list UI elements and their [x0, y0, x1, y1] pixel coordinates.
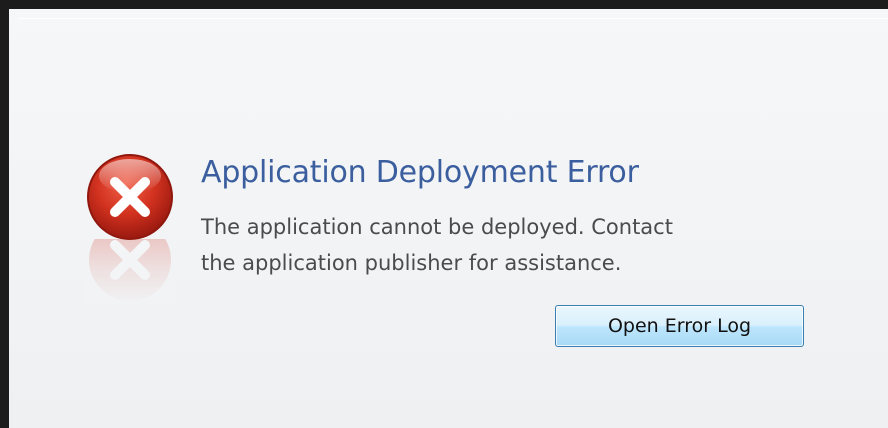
window-edge-highlight: [18, 18, 888, 19]
reflection-fade: [85, 239, 175, 305]
error-icon-reflection: [85, 239, 175, 305]
open-error-log-button[interactable]: Open Error Log: [555, 305, 804, 347]
message-line-2: the application publisher for assistance…: [201, 251, 622, 275]
dialog-window: Application Deployment Error The applica…: [0, 0, 888, 428]
error-icon: [85, 152, 175, 242]
dialog-title: Application Deployment Error: [201, 155, 639, 190]
message-line-1: The application cannot be deployed. Cont…: [201, 215, 673, 239]
dialog-message: The application cannot be deployed. Cont…: [201, 209, 801, 281]
